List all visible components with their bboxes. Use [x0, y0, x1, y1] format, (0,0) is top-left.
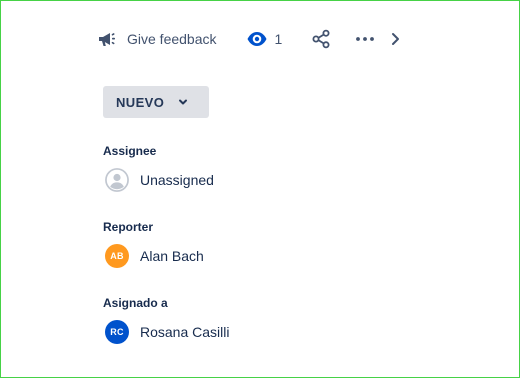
- watch-count: 1: [274, 31, 283, 47]
- reporter-avatar: AB: [105, 244, 129, 268]
- more-actions-button[interactable]: [353, 27, 377, 51]
- reporter-label: Reporter: [103, 220, 154, 234]
- watch-button[interactable]: 1: [246, 28, 283, 50]
- chevron-down-icon: [177, 96, 189, 108]
- asignado-label: Asignado a: [103, 296, 168, 310]
- asignado-value[interactable]: RC Rosana Casilli: [103, 319, 229, 345]
- reporter-field: Reporter AB Alan Bach: [103, 219, 204, 269]
- share-button[interactable]: [309, 27, 333, 51]
- assignee-value[interactable]: Unassigned: [103, 167, 214, 193]
- assignee-field: Assignee Unassigned: [103, 143, 214, 193]
- assignee-label: Assignee: [103, 144, 157, 158]
- megaphone-icon: [97, 29, 117, 49]
- status-dropdown-button[interactable]: NUEVO: [103, 86, 209, 118]
- reporter-name: Alan Bach: [140, 248, 204, 264]
- give-feedback-button[interactable]: Give feedback: [97, 29, 217, 49]
- default-avatar-icon: [105, 168, 129, 192]
- eye-icon: [246, 28, 268, 50]
- chevron-right-icon: [392, 33, 400, 45]
- asignado-name: Rosana Casilli: [140, 324, 230, 340]
- next-button[interactable]: [391, 27, 401, 51]
- assignee-name: Unassigned: [140, 172, 214, 188]
- give-feedback-label: Give feedback: [127, 31, 217, 47]
- status-label: NUEVO: [116, 94, 165, 110]
- reporter-value[interactable]: AB Alan Bach: [103, 243, 204, 269]
- issue-toolbar: Give feedback 1: [97, 25, 407, 53]
- issue-details-panel: Give feedback 1 NUEVO Assignee Unassigne…: [0, 0, 520, 378]
- more-horizontal-icon: [356, 37, 375, 41]
- share-icon: [312, 29, 330, 49]
- asignado-avatar: RC: [105, 320, 129, 344]
- asignado-field: Asignado a RC Rosana Casilli: [103, 295, 229, 345]
